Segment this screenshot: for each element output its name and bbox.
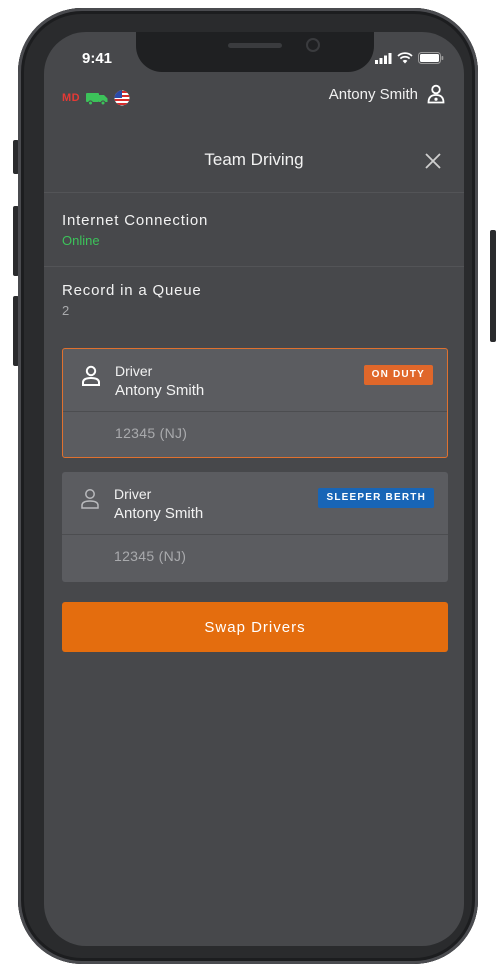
user-icon: [81, 489, 99, 509]
app-status-indicators: MD: [62, 90, 130, 106]
status-icons: [375, 52, 444, 64]
divider: [44, 266, 464, 267]
driver-role: Driver: [115, 363, 153, 379]
modal-title: Team Driving: [204, 150, 304, 169]
close-button[interactable]: [420, 148, 446, 174]
status-badge: SLEEPER BERTH: [318, 488, 434, 508]
swap-drivers-button[interactable]: Swap Drivers: [62, 602, 448, 652]
us-flag-icon: [114, 90, 130, 106]
notch: [136, 32, 374, 72]
internet-connection: Internet Connection Online: [62, 212, 208, 248]
driver-license: 12345 (NJ): [115, 425, 188, 441]
phone-screen: 9:41 MD Antony Smith Team Driving Intern…: [44, 32, 464, 946]
driver-card[interactable]: Driver Antony Smith ON DUTY 12345 (NJ): [62, 348, 448, 458]
user-icon: [82, 365, 100, 386]
driver-card-header: Driver Antony Smith ON DUTY: [63, 349, 447, 412]
status-badge: ON DUTY: [363, 365, 433, 385]
modal-header: Team Driving: [44, 140, 464, 193]
driver-card[interactable]: Driver Antony Smith SLEEPER BERTH 12345 …: [62, 472, 448, 582]
driver-license: 12345 (NJ): [114, 548, 187, 564]
speaker-grille: [228, 43, 282, 48]
truck-icon: [86, 92, 108, 105]
driver-name: Antony Smith: [114, 505, 204, 522]
driver-icon: [427, 84, 445, 104]
driver-name: Antony Smith: [115, 382, 205, 399]
queue-label: Record in a Queue: [62, 282, 202, 299]
battery-icon: [418, 52, 444, 64]
phone-frame: 9:41 MD Antony Smith Team Driving Intern…: [18, 8, 478, 964]
driver-role: Driver: [114, 486, 152, 502]
internet-label: Internet Connection: [62, 212, 209, 229]
front-camera: [306, 38, 320, 52]
driver-card-header: Driver Antony Smith SLEEPER BERTH: [62, 472, 448, 535]
wifi-icon: [397, 52, 413, 64]
user-name: Antony Smith: [328, 85, 418, 103]
signal-icon: [375, 52, 392, 64]
power-button: [490, 230, 496, 342]
record-queue: Record in a Queue 2: [62, 282, 202, 318]
region-code: MD: [62, 92, 81, 104]
close-icon: [425, 153, 441, 169]
internet-status: Online: [62, 233, 100, 248]
status-time: 9:41: [82, 50, 113, 67]
user-account[interactable]: Antony Smith: [329, 84, 446, 104]
queue-count: 2: [62, 303, 70, 318]
